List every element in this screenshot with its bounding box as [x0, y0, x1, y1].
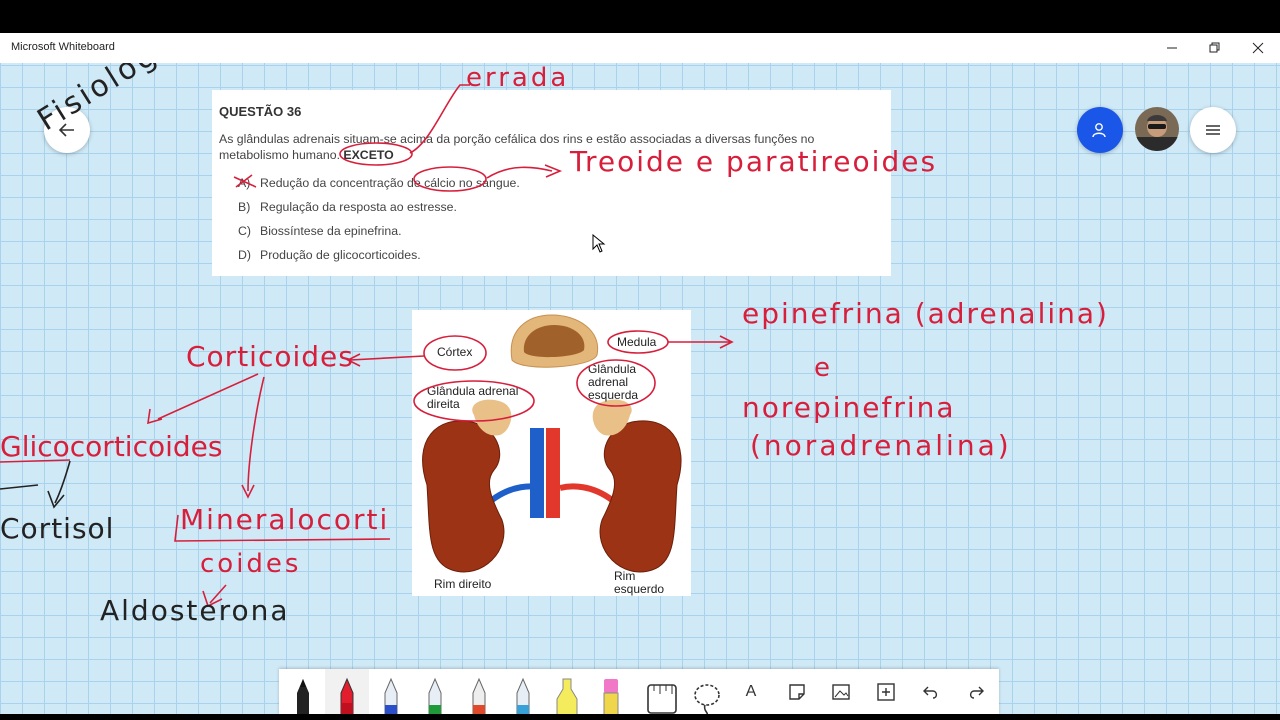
avatar-image — [1135, 107, 1179, 151]
lasso-tool[interactable] — [685, 669, 729, 714]
option-text: Redução da concentração de cálcio no san… — [260, 176, 520, 190]
adrenal-diagram[interactable]: Córtex Medula Glândula adrenal direita G… — [412, 310, 691, 596]
green-pen-icon — [428, 677, 442, 714]
pink-highlighter-icon — [603, 679, 619, 714]
ink-tireoide: Treoide e paratireoides — [570, 145, 938, 178]
whiteboard-canvas[interactable]: QUESTÃO 36 As glândulas adrenais situam-… — [0, 63, 1280, 714]
invite-button[interactable] — [1077, 107, 1123, 153]
option-text: Produção de glicocorticoides. — [260, 248, 421, 262]
text-tool[interactable]: A — [729, 669, 773, 714]
pink-highlighter-tool[interactable] — [589, 669, 633, 714]
yellow-highlighter-icon — [556, 678, 578, 714]
green-pen-tool[interactable] — [413, 669, 457, 714]
question-exception: EXCETO — [343, 148, 394, 162]
add-icon — [877, 683, 895, 701]
minimize-button[interactable] — [1150, 33, 1194, 63]
ink-fisiologia: Fisiologia — [31, 63, 193, 138]
option-text: Regulação da resposta ao estresse. — [260, 200, 457, 214]
ink-cortisol: Cortisol — [0, 512, 115, 545]
ink-glicocorticoides: Glicocorticoides — [0, 430, 223, 463]
ink-corticoides: Corticoides — [186, 340, 354, 373]
app-title: Microsoft Whiteboard — [11, 41, 115, 53]
ink-norepinefrina: norepinefrina — [742, 391, 956, 424]
red-pencil-tool[interactable] — [457, 669, 501, 714]
black-pen-icon — [297, 679, 309, 714]
label-left-kidney: Rim esquerdo — [614, 569, 665, 596]
text-icon: A — [745, 683, 757, 700]
ink-toolbar: A — [279, 669, 999, 714]
lasso-icon — [694, 684, 720, 714]
red-pen-icon — [340, 677, 354, 714]
black-pen-tool[interactable] — [281, 669, 325, 714]
option-c: C) Biossíntese da epinefrina. — [238, 224, 402, 238]
option-letter: D) — [238, 248, 251, 262]
sticky-note-tool[interactable] — [775, 669, 819, 714]
option-b: B) Regulação da resposta ao estresse. — [238, 200, 457, 214]
label-cortex: Córtex — [437, 345, 473, 359]
menu-button[interactable] — [1190, 107, 1236, 153]
option-text: Biossíntese da epinefrina. — [260, 224, 402, 238]
person-add-icon — [1092, 123, 1106, 138]
undo-button[interactable] — [909, 669, 953, 714]
option-d: D) Produção de glicocorticoides. — [238, 248, 421, 262]
close-icon — [1252, 42, 1264, 54]
blue-pen-2-icon — [516, 677, 530, 714]
ink-mineralocorticoides-2: coides — [200, 549, 302, 579]
blue-pen-tool[interactable] — [369, 669, 413, 714]
mouse-cursor-icon — [592, 234, 606, 253]
bottom-edge — [0, 714, 1280, 720]
option-letter: C) — [238, 224, 251, 238]
blue-pen-2-tool[interactable] — [501, 669, 545, 714]
redo-button[interactable] — [954, 669, 998, 714]
sticky-note-icon — [789, 684, 805, 700]
image-tool[interactable] — [819, 669, 863, 714]
red-pen-tool[interactable] — [325, 669, 369, 714]
ruler-icon — [647, 684, 677, 714]
option-a: A) Redução da concentração de cálcio no s… — [238, 176, 520, 190]
add-tool[interactable] — [864, 669, 908, 714]
minimize-icon — [1167, 47, 1177, 49]
hamburger-icon — [1206, 125, 1220, 135]
ink-e: e — [814, 353, 830, 383]
yellow-highlighter-tool[interactable] — [545, 669, 589, 714]
red-pencil-icon — [472, 677, 486, 714]
ink-errada: errada — [466, 63, 570, 93]
ink-mineralocorticoides-1: Mineralocorti — [180, 503, 390, 536]
label-right-kidney: Rim direito — [434, 577, 492, 591]
label-left-gland: Glândula adrenal esquerda — [588, 362, 639, 402]
option-letter: B) — [238, 200, 251, 214]
label-medula: Medula — [617, 335, 657, 349]
option-letter: A) — [238, 176, 251, 190]
user-avatar[interactable] — [1135, 107, 1179, 151]
label-right-gland: Glândula adrenal direita — [427, 384, 519, 411]
ruler-tool[interactable] — [640, 669, 684, 714]
image-icon — [832, 684, 850, 700]
ink-epinefrina: epinefrina (adrenalina) — [742, 297, 1109, 330]
undo-icon — [923, 686, 938, 699]
ink-noradrenalina: (noradrenalina) — [750, 429, 1012, 462]
blue-pen-icon — [384, 677, 398, 714]
restore-icon — [1209, 42, 1220, 53]
close-button[interactable] — [1236, 33, 1280, 63]
redo-icon — [969, 686, 984, 699]
restore-button[interactable] — [1193, 33, 1237, 63]
ink-aldosterona: Aldosterona — [100, 594, 290, 627]
title-bar: Microsoft Whiteboard — [0, 33, 1280, 63]
question-card[interactable]: QUESTÃO 36 As glândulas adrenais situam-… — [212, 90, 891, 276]
question-title: QUESTÃO 36 — [219, 104, 302, 119]
